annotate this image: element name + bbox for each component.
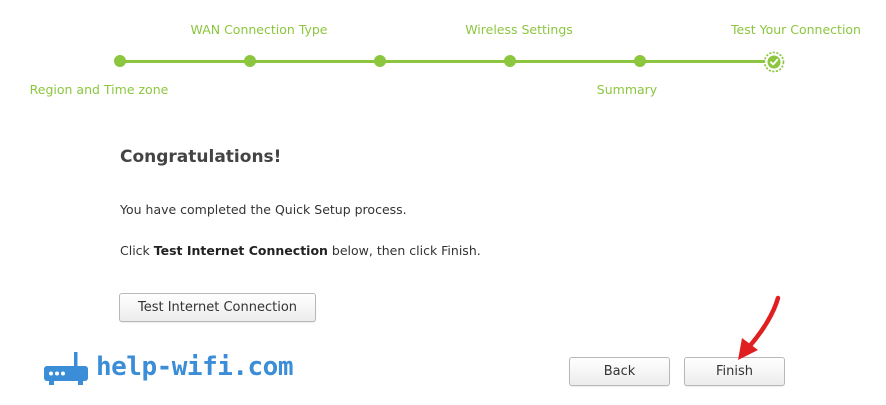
completion-message: You have completed the Quick Setup proce… xyxy=(120,202,407,217)
stepper-track xyxy=(120,60,774,63)
instruction-prefix: Click xyxy=(120,243,154,258)
step-label-wan: WAN Connection Type xyxy=(190,22,328,37)
step-label-test: Test Your Connection xyxy=(731,22,861,37)
step-dot-wireless xyxy=(504,55,516,67)
back-button[interactable]: Back xyxy=(569,357,670,386)
step-label-wireless: Wireless Settings xyxy=(465,22,573,37)
instruction-message: Click Test Internet Connection below, th… xyxy=(120,243,481,258)
step-label-region: Region and Time zone xyxy=(29,82,169,97)
router-icon xyxy=(44,352,88,385)
step-dot-region xyxy=(114,55,126,67)
test-internet-connection-button[interactable]: Test Internet Connection xyxy=(119,293,316,322)
step-label-summary: Summary xyxy=(596,82,658,97)
step-check-icon xyxy=(763,51,785,73)
red-arrow-icon xyxy=(738,295,781,360)
instruction-bold: Test Internet Connection xyxy=(153,243,328,258)
step-dot-summary xyxy=(634,55,646,67)
step-dot-wan xyxy=(244,55,256,67)
step-dot-intermediate xyxy=(374,55,386,67)
instruction-suffix: below, then click Finish. xyxy=(327,243,481,258)
watermark-text: help-wifi.com xyxy=(96,352,294,382)
page-title: Congratulations! xyxy=(120,147,282,167)
quick-setup-page: Region and Time zone WAN Connection Type… xyxy=(0,0,886,405)
